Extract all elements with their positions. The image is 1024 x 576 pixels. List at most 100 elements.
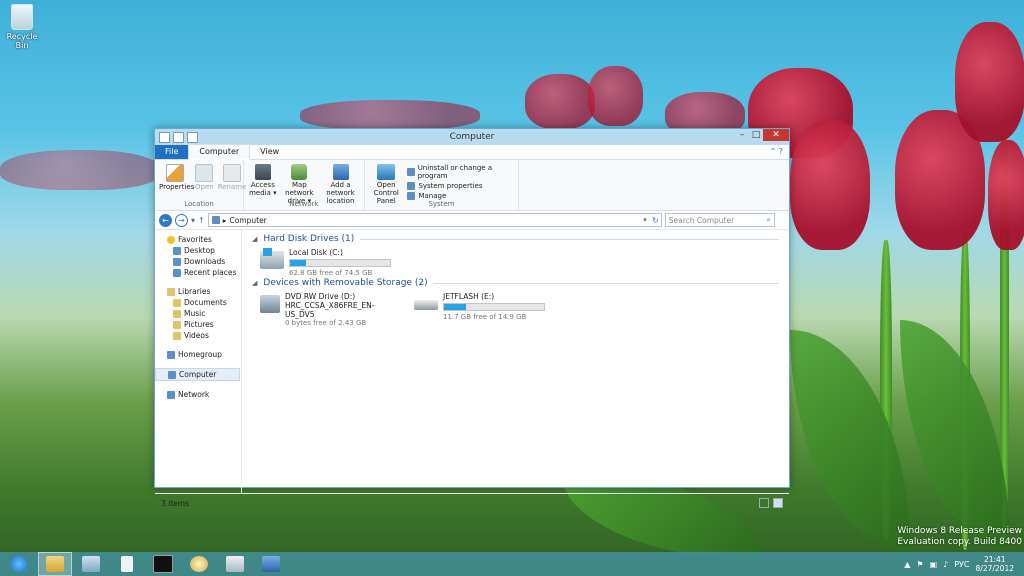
close-button[interactable]: ✕: [763, 129, 789, 141]
breadcrumb-computer[interactable]: Computer: [229, 216, 266, 225]
nav-computer[interactable]: Computer: [155, 368, 240, 381]
ribbon-controls: ⌃ ?: [770, 147, 784, 156]
rename-label: Rename: [217, 183, 247, 191]
refresh-icon[interactable]: ↻: [652, 216, 659, 225]
location-group-label: Location: [184, 200, 214, 208]
window-title: Computer: [449, 132, 495, 142]
nav-desktop-label: Desktop: [184, 246, 215, 255]
open-icon: [195, 164, 214, 182]
navigation-pane[interactable]: Favorites Desktop Downloads Recent place…: [155, 230, 242, 493]
tab-view[interactable]: View: [250, 145, 289, 159]
taskbar-app-7[interactable]: [218, 552, 252, 576]
drive-usb-free: 11.7 GB free of 14.9 GB: [443, 313, 527, 321]
nav-recent-places[interactable]: Recent places: [155, 267, 241, 278]
taskbar-app-8[interactable]: [254, 552, 288, 576]
nav-downloads-label: Downloads: [184, 257, 226, 266]
nav-videos-label: Videos: [184, 331, 209, 340]
media-icon: [254, 164, 271, 180]
removable-storage-label: Devices with Removable Storage (2): [263, 278, 428, 288]
chevron-down-icon: ◢: [252, 279, 258, 287]
forward-button[interactable]: →: [175, 213, 188, 227]
details-view-icon[interactable]: [759, 498, 769, 508]
properties-quick-icon[interactable]: [173, 131, 184, 143]
network-group: Access media ▾ Map network drive ▾ Add a…: [244, 160, 365, 210]
taskbar-cmd[interactable]: [146, 552, 180, 576]
explorer-window: Computer – □ ✕ File Computer View ⌃ ? Pr…: [154, 128, 790, 508]
access-media-label: Access media ▾: [249, 181, 277, 197]
tab-file[interactable]: File: [155, 145, 189, 159]
network-tray-icon[interactable]: ▣: [930, 560, 938, 569]
drive-local-disk-usage-bar: [289, 259, 391, 267]
tiles-view-icon[interactable]: [773, 498, 783, 508]
nav-network[interactable]: Network: [155, 389, 241, 400]
taskbar-notepad[interactable]: [110, 552, 144, 576]
drive-dvd-free: 0 bytes free of 2.43 GB: [284, 319, 367, 327]
homegroup-icon: [167, 350, 175, 359]
breadcrumb-separator-icon: ▸: [222, 215, 227, 225]
recycle-bin-icon[interactable]: Recycle Bin: [4, 4, 40, 50]
up-button[interactable]: ↑: [198, 216, 205, 225]
action-center-icon[interactable]: ⚑: [916, 560, 923, 569]
programs-icon: [407, 168, 415, 176]
recent-locations-icon[interactable]: ▾: [191, 216, 195, 225]
usage-fill: [444, 304, 466, 310]
nav-network-label: Network: [178, 390, 210, 399]
nav-libraries-label: Libraries: [178, 287, 211, 296]
window-menu-icon[interactable]: [159, 131, 170, 143]
videos-icon: [173, 331, 181, 340]
nav-music[interactable]: Music: [155, 308, 241, 319]
uninstall-program-button[interactable]: Uninstall or change a program: [407, 164, 514, 180]
drive-dvd[interactable]: DVD RW Drive (D:) HRC_CCSA_X86FRE_EN-US_…: [260, 292, 384, 327]
new-folder-quick-icon[interactable]: [187, 131, 198, 143]
nav-music-label: Music: [184, 309, 206, 318]
address-bar[interactable]: ▸ Computer ▾ ↻: [207, 213, 662, 227]
nav-documents[interactable]: Documents: [155, 297, 241, 308]
help-icon[interactable]: ?: [779, 147, 783, 156]
command-prompt-icon: [153, 555, 173, 573]
collapse-ribbon-icon[interactable]: ⌃: [770, 147, 777, 156]
language-indicator[interactable]: РУС: [954, 560, 969, 569]
properties-label: Properties: [159, 183, 195, 191]
show-hidden-icons-icon[interactable]: ▲: [904, 560, 910, 569]
music-icon: [173, 309, 181, 318]
system-icon: [407, 182, 416, 190]
nav-pictures[interactable]: Pictures: [155, 319, 241, 330]
quick-access-toolbar: [159, 131, 198, 143]
hard-drive-icon: [260, 248, 284, 269]
taskbar-paint[interactable]: [182, 552, 216, 576]
tab-computer[interactable]: Computer: [188, 144, 251, 160]
taskbar-explorer[interactable]: [38, 552, 72, 576]
manage-button[interactable]: Manage: [407, 192, 514, 200]
drive-usb[interactable]: JETFLASH (E:) 11.7 GB free of 14.9 GB: [414, 292, 545, 322]
taskbar-ie[interactable]: [2, 552, 36, 576]
title-bar[interactable]: Computer – □ ✕: [155, 129, 789, 145]
nav-downloads[interactable]: Downloads: [155, 256, 241, 267]
search-input[interactable]: Search Computer ⌕: [664, 213, 775, 227]
back-button[interactable]: ←: [159, 213, 172, 227]
nav-pictures-label: Pictures: [184, 320, 214, 329]
address-dropdown-icon[interactable]: ▾: [643, 216, 647, 224]
manage-icon: [407, 192, 416, 200]
removable-storage-header[interactable]: ◢ Devices with Removable Storage (2): [252, 278, 779, 288]
nav-videos[interactable]: Videos: [155, 330, 241, 341]
nav-libraries[interactable]: Libraries: [155, 286, 241, 297]
open-label: Open: [195, 183, 214, 191]
nav-homegroup[interactable]: Homegroup: [155, 349, 241, 360]
system-properties-button[interactable]: System properties: [407, 182, 514, 190]
uninstall-label: Uninstall or change a program: [417, 164, 493, 180]
drive-local-disk[interactable]: Local Disk (C:) 62.8 GB free of 74.5 GB: [260, 248, 779, 278]
hard-disk-drives-header[interactable]: ◢ Hard Disk Drives (1): [252, 234, 779, 244]
minimize-button[interactable]: –: [735, 129, 749, 141]
nav-favorites[interactable]: Favorites: [155, 234, 241, 245]
app-icon: [262, 556, 280, 572]
clock[interactable]: 21:41 8/27/2012: [976, 555, 1014, 573]
manage-label: Manage: [418, 192, 447, 200]
computer-icon: [211, 216, 220, 224]
volume-icon[interactable]: ♪: [943, 560, 948, 569]
drive-dvd-name: DVD RW Drive (D:): [284, 292, 356, 301]
maximize-button[interactable]: □: [749, 129, 763, 141]
taskbar-app-3[interactable]: [74, 552, 108, 576]
nav-documents-label: Documents: [184, 298, 227, 307]
nav-computer-label: Computer: [179, 370, 217, 379]
nav-desktop[interactable]: Desktop: [155, 245, 241, 256]
